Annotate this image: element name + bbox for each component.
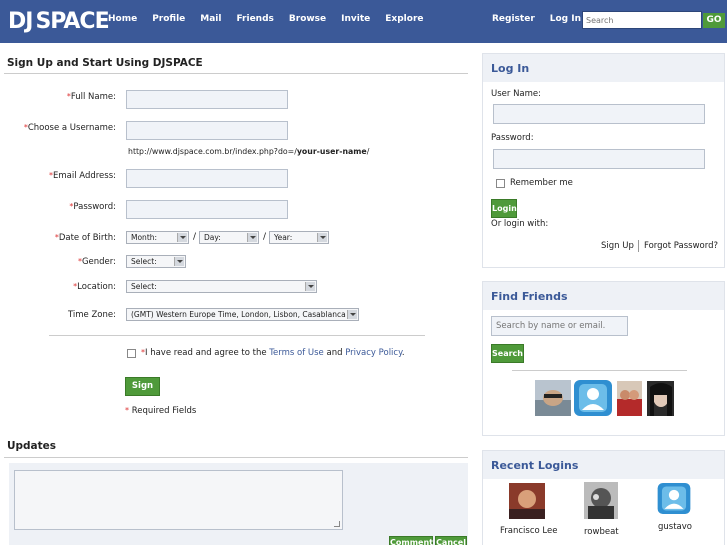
profile-url-hint: http://www.djspace.com.br/index.php?do=/…: [128, 147, 370, 156]
privacy-policy-link[interactable]: Privacy Policy: [345, 348, 402, 358]
top-search-input[interactable]: [582, 11, 702, 29]
remember-me-checkbox[interactable]: [496, 179, 505, 188]
full-name-label: *Full Name:: [66, 92, 116, 102]
signup-divider: [4, 73, 468, 74]
search-go-button[interactable]: GO: [703, 13, 725, 28]
top-navigation-bar: DJ SPACE Home Profile Mail Friends Brows…: [0, 0, 727, 43]
find-friends-search-button[interactable]: Search: [491, 344, 524, 363]
friends-divider: [512, 370, 687, 371]
find-friends-input[interactable]: [491, 316, 628, 336]
default-avatar-icon[interactable]: [574, 380, 612, 416]
username-label: *Choose a Username:: [23, 123, 116, 133]
login-panel-title: Log In: [483, 54, 724, 82]
username-input[interactable]: [126, 121, 288, 140]
login-username-input[interactable]: [493, 104, 705, 124]
recent-user-avatar[interactable]: [509, 483, 545, 519]
logo-space-text: SPACE: [35, 8, 109, 34]
recent-logins-panel: Recent Logins Francisco Lee rowbeat gust…: [482, 450, 725, 545]
login-username-label: User Name:: [491, 89, 542, 99]
required-fields-note: * Required Fields: [125, 406, 197, 416]
default-avatar-icon[interactable]: [655, 483, 693, 514]
form-divider: [49, 335, 425, 336]
find-friends-panel: Find Friends Search: [482, 281, 725, 436]
recent-user-name[interactable]: Francisco Lee: [500, 526, 557, 536]
update-composer: [9, 463, 468, 545]
dob-month-select[interactable]: Month:: [126, 231, 189, 244]
login-password-input[interactable]: [493, 149, 705, 169]
signup-button[interactable]: Sign Up: [125, 377, 160, 408]
nav-explore[interactable]: Explore: [385, 14, 423, 24]
find-friends-title: Find Friends: [483, 282, 724, 310]
updates-divider: [4, 457, 468, 458]
resize-handle-icon[interactable]: [334, 521, 340, 527]
chevron-down-icon: [247, 233, 257, 242]
nav-invite[interactable]: Invite: [341, 14, 370, 24]
login-button[interactable]: Login: [491, 199, 517, 218]
nav-mail[interactable]: Mail: [200, 14, 221, 24]
forgot-password-link[interactable]: Forgot Password?: [644, 241, 718, 251]
dob-label: *Date of Birth:: [54, 233, 116, 243]
signup-link[interactable]: Sign Up: [601, 241, 634, 251]
nav-profile[interactable]: Profile: [152, 14, 185, 24]
recent-user-name[interactable]: rowbeat: [584, 527, 619, 537]
chevron-down-icon: [305, 282, 315, 291]
location-select[interactable]: Select:: [126, 280, 317, 293]
chevron-down-icon: [174, 257, 184, 266]
email-input[interactable]: [126, 169, 288, 188]
password-label: *Password:: [69, 202, 116, 212]
gender-label: *Gender:: [77, 257, 116, 267]
agree-terms-checkbox[interactable]: [127, 349, 136, 358]
updates-title: Updates: [7, 440, 57, 452]
nav-browse[interactable]: Browse: [289, 14, 326, 24]
djspace-logo[interactable]: DJ SPACE: [8, 8, 110, 34]
signup-title: Sign Up and Start Using DJSPACE: [7, 57, 203, 69]
password-input[interactable]: [126, 200, 288, 219]
dob-separator: /: [193, 232, 197, 242]
chevron-down-icon: [347, 310, 357, 319]
account-nav: Register Log In: [492, 14, 596, 24]
dob-day-select[interactable]: Day:: [199, 231, 259, 244]
dob-year-select[interactable]: Year:: [269, 231, 329, 244]
chevron-down-icon: [317, 233, 327, 242]
nav-friends[interactable]: Friends: [236, 14, 273, 24]
friend-avatar[interactable]: [535, 380, 571, 416]
recent-user-name[interactable]: gustavo: [658, 522, 692, 532]
logo-dj-text: DJ: [8, 8, 33, 34]
cancel-button[interactable]: Cancel: [435, 536, 467, 545]
location-label: *Location:: [73, 282, 116, 292]
agree-terms-text: *I have read and agree to the Terms of U…: [141, 348, 405, 358]
comment-button[interactable]: Comment: [389, 536, 433, 545]
main-nav: Home Profile Mail Friends Browse Invite …: [108, 14, 439, 24]
link-separator: [638, 240, 639, 252]
login-password-label: Password:: [491, 133, 534, 143]
or-login-with-text: Or login with:: [491, 219, 549, 229]
nav-home[interactable]: Home: [108, 14, 137, 24]
login-panel: Log In User Name: Password: Remember me …: [482, 53, 725, 268]
timezone-label: Time Zone:: [67, 310, 116, 320]
dob-separator: /: [263, 232, 267, 242]
register-link[interactable]: Register: [492, 14, 535, 24]
update-textarea[interactable]: [14, 470, 343, 530]
terms-of-use-link[interactable]: Terms of Use: [269, 348, 324, 358]
full-name-input[interactable]: [126, 90, 288, 109]
chevron-down-icon: [177, 233, 187, 242]
remember-me-label: Remember me: [510, 178, 573, 188]
friend-avatar[interactable]: [617, 381, 642, 416]
gender-select[interactable]: Select:: [126, 255, 186, 268]
recent-user-avatar[interactable]: [584, 482, 618, 519]
email-label: *Email Address:: [49, 171, 116, 181]
friend-avatar[interactable]: [647, 381, 674, 416]
recent-logins-title: Recent Logins: [483, 451, 724, 479]
login-link[interactable]: Log In: [550, 14, 581, 24]
timezone-select[interactable]: (GMT) Western Europe Time, London, Lisbo…: [126, 308, 359, 321]
